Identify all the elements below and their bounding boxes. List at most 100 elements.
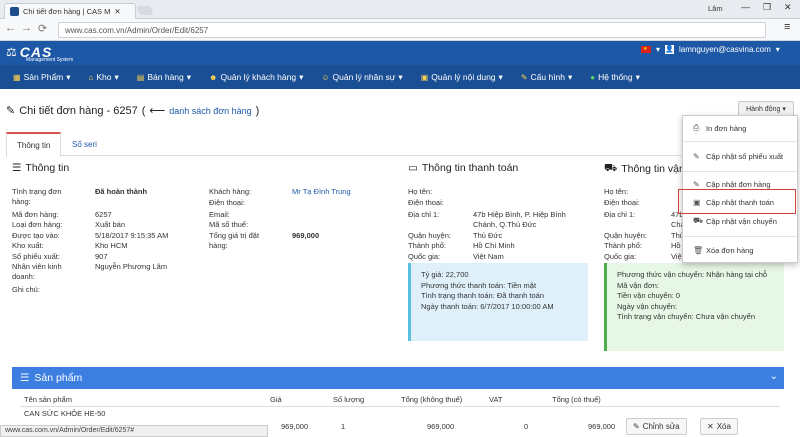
dropdown-item[interactable]: 🗑 Xóa đơn hàng	[683, 246, 797, 255]
nav-label: Cấu hình	[530, 72, 566, 82]
url-input[interactable]: www.cas.com.vn/Admin/Order/Edit/6257	[58, 22, 766, 38]
dropdown-item[interactable]: ✎ Cập nhật số phiếu xuất	[683, 152, 797, 161]
dropdown-item[interactable]: ⛟ Cập nhật vận chuyển	[683, 216, 797, 226]
field-label: Kho xuất:	[12, 241, 44, 250]
nav-label: Quản lý nhân sự	[332, 72, 396, 82]
field-value[interactable]: Mr Tạ Đình Trung	[292, 187, 402, 197]
col-name: Tên sản phẩm	[24, 395, 72, 404]
nav-products[interactable]: ▦ Sản Phẩm ▾	[4, 72, 80, 83]
back-to-list-link[interactable]: danh sách đơn hàng	[169, 106, 251, 116]
edit-icon: ✎	[6, 105, 16, 117]
home-icon: ⌂	[88, 72, 94, 82]
nav-label: Quản lý nội dung	[431, 72, 496, 82]
products-panel-header[interactable]: ☰ Sản phẩm ⌄	[12, 367, 784, 389]
page-title: ✎ Chi tiết đơn hàng - 6257 (⟵ danh sách …	[6, 104, 260, 118]
payment-info-box: Tỷ giá: 22,700 Phương thức thanh toán: Ti…	[408, 263, 588, 341]
field-label: Điện thoại:	[604, 198, 640, 207]
restore-icon[interactable]: ❐	[763, 2, 771, 13]
chevron-down-icon: ▾	[635, 71, 640, 82]
payment-heading: ▭ Thông tin thanh toán	[408, 162, 518, 174]
field-label: Tổng giá trị đặt hàng:	[209, 231, 260, 250]
chevron-down-icon: ▾	[114, 71, 119, 82]
nav-sales[interactable]: ▤ Bán hàng ▾	[128, 72, 200, 83]
field-label: Mã số thuế:	[209, 220, 249, 229]
chevron-down-icon: ▾	[186, 71, 192, 82]
paren-open: (	[141, 104, 146, 117]
favicon-icon	[10, 7, 19, 16]
globe-icon: ●	[590, 72, 596, 82]
info-line: Tỷ giá: 22,700	[421, 270, 469, 279]
paren-close: )	[255, 104, 260, 117]
field-label: Địa chỉ 1:	[604, 210, 636, 219]
chevron-down-icon: ▾	[568, 71, 573, 82]
truck-icon: ⛟	[693, 216, 704, 225]
page-title-text: Chi tiết đơn hàng - 6257	[19, 104, 138, 117]
dropdown-item-label: In đơn hàng	[706, 123, 747, 133]
close-window-icon[interactable]: ✕	[784, 2, 792, 13]
payment-title: Thông tin thanh toán	[421, 162, 519, 174]
info-line: Ngày thanh toán: 6/7/2017 10:00:00 AM	[421, 301, 554, 311]
info-line: Mã vận đơn:	[617, 280, 660, 290]
field-value: Việt Nam	[473, 252, 504, 261]
field-value: Hồ Chí Minh	[473, 241, 515, 250]
info-line: Phương thức thanh toán: Tiền mặt	[421, 280, 537, 290]
logo-subtitle: Management System	[26, 57, 74, 63]
delete-label: Xóa	[716, 422, 731, 431]
wrench-icon: ✎	[520, 72, 528, 82]
edit-product-button[interactable]: ✎ Chỉnh sửa	[626, 418, 687, 435]
table-divider	[20, 406, 780, 407]
browser-menu-icon[interactable]: ≡	[784, 21, 790, 33]
product-vat: 0	[524, 422, 529, 431]
new-tab-button[interactable]	[136, 6, 154, 15]
field-label: Khách hàng:	[209, 187, 252, 196]
browser-user[interactable]: Lâm	[708, 4, 723, 13]
delete-product-button[interactable]: ✕ Xóa	[700, 418, 738, 435]
nav-warehouse[interactable]: ⌂ Kho ▾	[80, 72, 128, 83]
chevron-down-icon: ▾	[498, 71, 503, 82]
field-label: Quận huyện:	[408, 231, 451, 240]
field-label: Quốc gia:	[604, 252, 637, 261]
nav-customers[interactable]: ☻ Quản lý khách hàng ▾	[200, 72, 312, 83]
field-label: Thành phố:	[408, 241, 446, 250]
field-value: 969,000	[292, 231, 320, 240]
trash-icon: 🗑	[693, 246, 704, 255]
info-line: Tình trạng thanh toán: Đã thanh toán	[421, 291, 545, 300]
browser-tab[interactable]: Chi tiết đơn hàng | CAS M ✕	[4, 3, 136, 19]
nav-label: Quản lý khách hàng	[220, 72, 297, 82]
dropdown-item[interactable]: ⎙ In đơn hàng	[683, 123, 797, 133]
users-icon: ☻	[209, 72, 218, 82]
forward-icon[interactable]: →	[21, 22, 32, 34]
nav-label: Sản Phẩm	[23, 72, 64, 82]
close-icon[interactable]: ✕	[114, 7, 120, 16]
minimize-icon[interactable]: —	[741, 2, 750, 12]
tab-serials[interactable]: Số seri	[62, 132, 107, 156]
vietnam-flag-icon[interactable]	[641, 46, 651, 53]
field-label: Số phiếu xuất:	[12, 252, 60, 261]
field-label: Email:	[209, 210, 230, 219]
folder-icon: ▣	[420, 72, 429, 82]
nav-config[interactable]: ✎ Cấu hình ▾	[512, 72, 581, 83]
list-icon: ☰	[12, 162, 22, 174]
account-menu[interactable]: ▾ 👤 lamnguyen@casvina.com ▾	[641, 45, 780, 54]
main-navbar: ▦ Sản Phẩm ▾ ⌂ Kho ▾ ▤ Bán hàng ▾ ☻ Quản lý khá…	[0, 65, 800, 89]
dropdown-item[interactable]: ✎ Cập nhật đơn hàng	[683, 180, 797, 189]
chevron-down-icon[interactable]: ⌄	[770, 371, 778, 382]
tab-info[interactable]: Thông tin	[6, 132, 62, 157]
menu-divider	[683, 171, 797, 172]
shipping-heading: ⛟ Thông tin vận	[604, 162, 685, 176]
nav-content[interactable]: ▣ Quản lý nội dung ▾	[412, 72, 512, 83]
field-value: 6257	[95, 210, 112, 219]
back-icon[interactable]: ←	[5, 22, 16, 34]
reload-icon[interactable]: ⟳	[38, 22, 47, 35]
nav-hr[interactable]: ☺ Quản lý nhân sự ▾	[312, 72, 411, 83]
field-value: Xuất bán	[95, 220, 126, 229]
product-name: CAN SỨC KHỎE HE-50	[24, 409, 106, 418]
field-label: Địa chỉ 1:	[408, 210, 440, 219]
dropdown-item-label: Cập nhật số phiếu xuất	[706, 152, 784, 161]
products-title: Sản phẩm	[34, 372, 83, 384]
info-heading: ☰ Thông tin	[12, 162, 69, 174]
product-price: 969,000	[281, 422, 309, 431]
dropdown-item-label: Cập nhật đơn hàng	[706, 180, 771, 189]
logo[interactable]: ⚖ CAS Management System	[6, 44, 73, 63]
nav-system[interactable]: ● Hệ thống ▾	[581, 72, 649, 83]
